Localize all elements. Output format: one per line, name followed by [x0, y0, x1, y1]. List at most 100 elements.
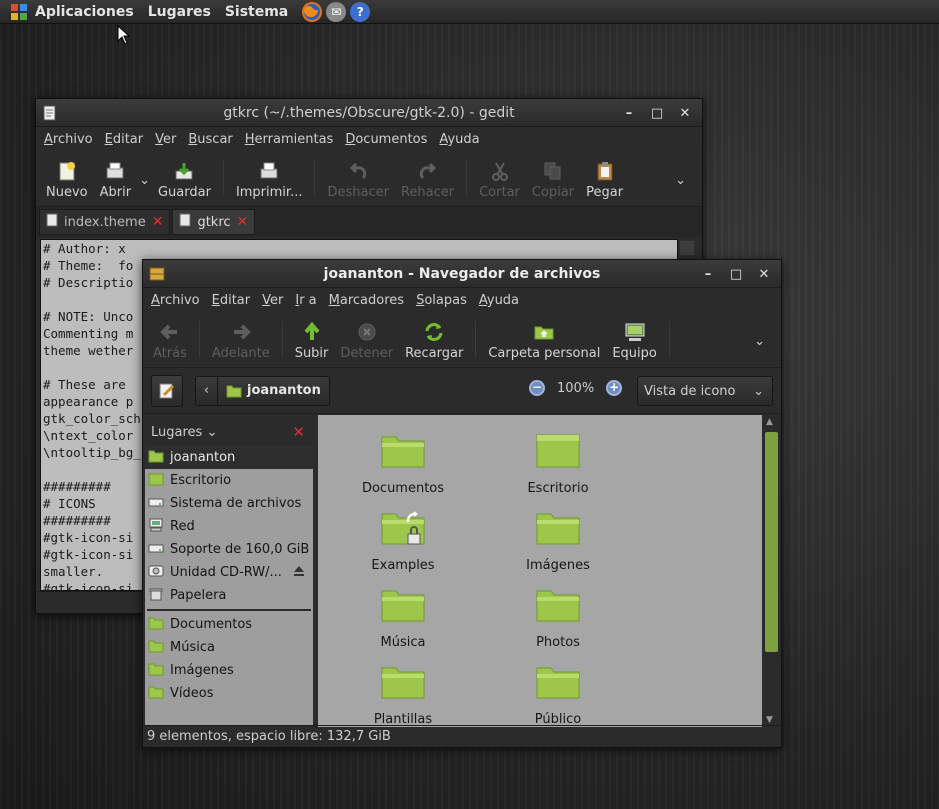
up-button[interactable]: Subir — [289, 321, 335, 361]
computer-button[interactable]: Equipo — [606, 321, 663, 361]
gedit-menu-ver[interactable]: Ver — [155, 132, 176, 147]
panel-menu-aplicaciones[interactable]: Aplicaciones — [35, 4, 134, 20]
top-panel: Aplicaciones Lugares Sistema ✉? — [0, 0, 939, 24]
sidebar-bookmark-item[interactable]: Música — [145, 636, 313, 659]
home-folder-button[interactable]: Carpeta personal — [482, 321, 606, 361]
document-tab[interactable]: index.theme ✕ — [39, 209, 171, 235]
file-item[interactable]: Público — [493, 662, 623, 727]
sidebar-bookmark-item[interactable]: Imágenes — [145, 659, 313, 682]
sidebar-item[interactable]: joananton — [145, 446, 313, 469]
file-icon-view[interactable]: Documentos Escritorio Examples Imágenes Mús… — [318, 415, 762, 727]
sidebar-item-label: Música — [170, 640, 215, 655]
panel-menu-sistema[interactable]: Sistema — [225, 4, 288, 20]
gnome-foot-icon[interactable] — [11, 3, 27, 20]
forward-button[interactable]: Adelante — [206, 321, 276, 361]
file-item[interactable]: Photos — [493, 585, 623, 650]
sidebar-item[interactable]: Unidad CD-RW/... — [145, 561, 313, 584]
undo-button[interactable]: Deshacer — [321, 160, 394, 200]
scissors-icon — [488, 160, 512, 182]
sidebar-item-label: Red — [170, 519, 195, 534]
new-button[interactable]: Nuevo — [40, 160, 94, 200]
file-view-vertical-scrollbar[interactable]: ▲ ▼ — [762, 415, 780, 727]
sidebar-item[interactable]: Sistema de archivos — [145, 492, 313, 515]
panel-launchers: ✉? — [302, 1, 371, 22]
document-tab[interactable]: gtkrc ✕ — [172, 209, 256, 235]
cut-button[interactable]: Cortar — [473, 160, 526, 200]
paste-button[interactable]: Pegar — [580, 160, 629, 200]
scrollbar-thumb[interactable] — [765, 432, 778, 652]
files-menu-ayuda[interactable]: Ayuda — [479, 293, 519, 308]
maximize-button[interactable]: □ — [725, 264, 747, 284]
sidebar-item[interactable]: Red — [145, 515, 313, 538]
mail-icon[interactable]: ✉ — [326, 1, 347, 22]
sidebar-item-label: joananton — [170, 450, 236, 465]
firefox-icon[interactable] — [302, 1, 323, 22]
files-menu-marcadores[interactable]: Marcadores — [329, 293, 404, 308]
sidebar-type-select[interactable]: Lugares ⌄ — [151, 425, 217, 440]
sidebar-item-label: Unidad CD-RW/... — [170, 565, 282, 580]
files-menu-ir-a[interactable]: Ir a — [295, 293, 316, 308]
back-button[interactable]: Atrás — [147, 321, 193, 361]
file-item[interactable]: Documentos — [338, 431, 468, 496]
file-item[interactable]: Imágenes — [493, 508, 623, 573]
stop-button[interactable]: Detener — [334, 321, 399, 361]
gedit-menu-ayuda[interactable]: Ayuda — [439, 132, 479, 147]
breadcrumb-current-folder[interactable]: joananton — [218, 377, 329, 405]
file-manager-titlebar[interactable]: joananton - Navegador de archivos – □ ✕ — [143, 260, 781, 288]
sidebar-item[interactable]: Papelera — [145, 584, 313, 607]
close-button[interactable]: ✕ — [753, 264, 775, 284]
panel-menu-lugares[interactable]: Lugares — [148, 4, 211, 20]
close-tab-icon[interactable]: ✕ — [152, 214, 164, 230]
window-title: joananton - Navegador de archivos — [323, 265, 601, 282]
view-mode-select[interactable]: Vista de icono ⌄ — [637, 376, 773, 406]
folder-icon — [493, 585, 623, 635]
help-icon[interactable]: ? — [350, 1, 371, 22]
files-menu-archivo[interactable]: Archivo — [151, 293, 200, 308]
print-button[interactable]: Imprimir... — [230, 160, 309, 200]
close-button[interactable]: ✕ — [674, 103, 696, 123]
files-menu-solapas[interactable]: Solapas — [416, 293, 467, 308]
maximize-button[interactable]: □ — [646, 103, 668, 123]
scroll-up-arrow-icon[interactable]: ▲ — [766, 417, 773, 427]
gedit-menu-archivo[interactable]: Archivo — [44, 132, 93, 147]
sidebar-bookmark-item[interactable]: Documentos — [145, 613, 313, 636]
redo-button[interactable]: Rehacer — [395, 160, 460, 200]
drive-icon — [148, 541, 164, 559]
scrollbar-thumb[interactable] — [680, 241, 694, 255]
bookmarks-list: Documentos Música Imágenes Vídeos — [145, 613, 313, 705]
files-menu-ver[interactable]: Ver — [262, 293, 283, 308]
gedit-menu-documentos[interactable]: Documentos — [345, 132, 427, 147]
folder-icon — [338, 431, 468, 481]
gedit-menu-editar[interactable]: Editar — [105, 132, 144, 147]
toolbar-overflow-button[interactable]: ⌄ — [675, 173, 698, 200]
sidebar-bookmark-item[interactable]: Vídeos — [145, 682, 313, 705]
gedit-menu-buscar[interactable]: Buscar — [188, 132, 232, 147]
sidebar-item[interactable]: Escritorio — [145, 469, 313, 492]
minimize-button[interactable]: – — [618, 103, 640, 123]
file-item[interactable]: Plantillas — [338, 662, 468, 727]
reload-button[interactable]: Recargar — [399, 321, 469, 361]
file-item-label: Escritorio — [527, 481, 589, 496]
file-item[interactable]: Examples — [338, 508, 468, 573]
close-sidebar-button[interactable]: ✕ — [292, 423, 305, 441]
open-button[interactable]: Abrir — [94, 160, 137, 200]
minimize-button[interactable]: – — [697, 264, 719, 284]
zoom-in-button[interactable]: + — [606, 380, 623, 396]
zoom-level[interactable]: 100% — [557, 381, 594, 396]
zoom-out-button[interactable]: − — [529, 380, 545, 396]
toggle-location-entry-button[interactable] — [151, 374, 183, 407]
gedit-titlebar[interactable]: gtkrc (~/.themes/Obscure/gtk-2.0) - gedi… — [36, 99, 702, 127]
save-button[interactable]: Guardar — [152, 160, 217, 200]
gedit-menu-herramientas[interactable]: Herramientas — [245, 132, 334, 147]
sidebar-item[interactable]: Soporte de 160,0 GiB — [145, 538, 313, 561]
scroll-down-arrow-icon[interactable]: ▼ — [766, 715, 773, 725]
copy-button[interactable]: Copiar — [526, 160, 580, 200]
toolbar-overflow-button[interactable]: ⌄ — [754, 334, 777, 361]
close-tab-icon[interactable]: ✕ — [237, 214, 249, 230]
files-menu-editar[interactable]: Editar — [212, 293, 251, 308]
open-recent-dropdown[interactable]: ⌄ — [137, 173, 152, 200]
breadcrumb-back-button[interactable]: ‹ — [196, 376, 218, 405]
eject-icon[interactable] — [293, 565, 305, 581]
file-item[interactable]: Música — [338, 585, 468, 650]
file-item[interactable]: Escritorio — [493, 431, 623, 496]
